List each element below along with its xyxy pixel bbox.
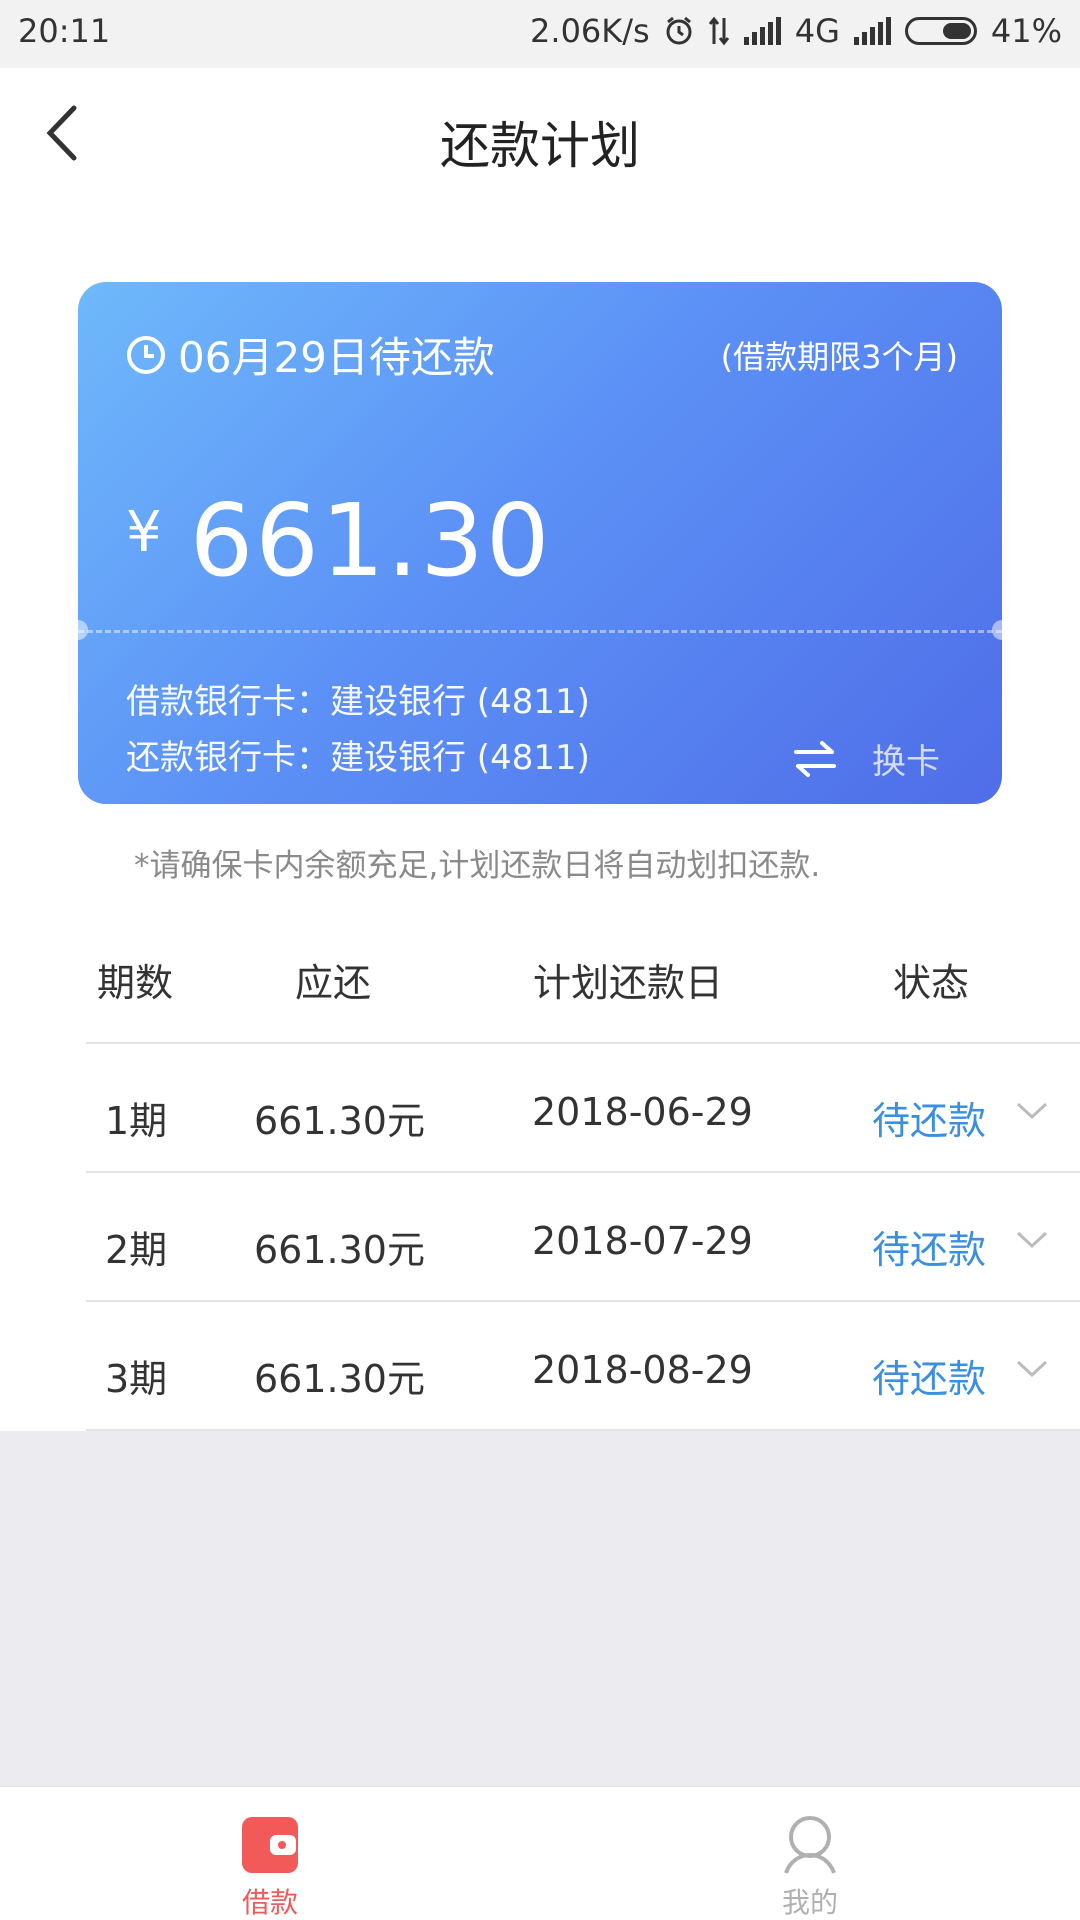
chevron-down-icon[interactable] (1014, 1227, 1050, 1251)
repay-bank-card: 还款银行卡：建设银行 (4811) (126, 738, 590, 778)
table-bottom-divider (86, 1429, 1080, 1431)
network-type: 4G (794, 12, 840, 50)
row-period: 2期 (105, 1228, 168, 1272)
status-right: 2.06K/s 4G 41% (530, 12, 1062, 50)
row-period: 1期 (105, 1099, 168, 1143)
tab-bar: 借款 我的 (0, 1786, 1080, 1920)
table-row[interactable]: 3期 661.30元 2018-08-29 待还款 (0, 1300, 1080, 1429)
alarm-icon (664, 16, 694, 46)
row-date: 2018-07-29 (532, 1219, 753, 1263)
header-date: 计划还款日 (533, 961, 724, 1005)
row-date: 2018-08-29 (532, 1348, 753, 1392)
tab-mine[interactable]: 我的 (710, 1787, 910, 1920)
status-bar: 20:11 2.06K/s 4G 41% (0, 0, 1080, 68)
header-amount: 应还 (295, 961, 372, 1005)
page-title: 还款计划 (440, 117, 640, 175)
user-icon (784, 1816, 836, 1874)
row-status: 待还款 (872, 1228, 987, 1272)
card-notch-right (992, 620, 1002, 640)
wallet-icon (242, 1817, 298, 1873)
row-amount: 661.30元 (254, 1228, 425, 1272)
due-amount: 661.30 (189, 482, 552, 599)
loan-term: (借款期限3个月) (720, 338, 958, 376)
card-divider (78, 630, 1002, 633)
tab-loan[interactable]: 借款 (170, 1787, 370, 1920)
row-status: 待还款 (872, 1099, 987, 1143)
data-transfer-icon (708, 16, 730, 46)
battery-percent: 41% (990, 12, 1062, 50)
table-header: 期数 应还 计划还款日 状态 (0, 930, 1080, 1042)
loan-bank-card: 借款银行卡：建设银行 (4811) (126, 682, 590, 722)
chevron-down-icon[interactable] (1014, 1356, 1050, 1380)
currency-symbol: ¥ (126, 500, 162, 565)
row-date: 2018-06-29 (532, 1090, 753, 1134)
signal-icon (743, 17, 781, 45)
clock-icon (127, 335, 165, 374)
row-period: 3期 (105, 1357, 168, 1401)
repayment-card: 06月29日待还款 (借款期限3个月) ¥ 661.30 借款银行卡：建设银行 … (78, 282, 1002, 804)
status-time: 20:11 (18, 12, 111, 50)
due-row: 06月29日待还款 (126, 324, 495, 385)
amount-row: ¥ 661.30 (126, 482, 552, 599)
table-row[interactable]: 2期 661.30元 2018-07-29 待还款 (0, 1171, 1080, 1300)
net-speed: 2.06K/s (530, 12, 650, 50)
tab-loan-label: 借款 (241, 1886, 298, 1919)
row-divider (86, 1300, 1080, 1302)
balance-notice: *请确保卡内余额充足,计划还款日将自动划扣还款. (134, 848, 821, 884)
signal-icon-2 (853, 17, 891, 45)
switch-card-button[interactable]: 换卡 (792, 734, 940, 783)
screen: 20:11 2.06K/s 4G 41% 还款计划 06月29日待还款 (借款期… (0, 0, 1080, 1920)
header-status: 状态 (893, 961, 970, 1005)
table-row[interactable]: 1期 661.30元 2018-06-29 待还款 (0, 1042, 1080, 1171)
header-period: 期数 (97, 961, 174, 1005)
due-text: 06月29日待还款 (178, 333, 495, 382)
switch-card-label: 换卡 (872, 742, 940, 782)
row-divider (86, 1042, 1080, 1044)
swap-icon (794, 740, 836, 777)
tab-mine-label: 我的 (781, 1886, 838, 1919)
row-status: 待还款 (872, 1357, 987, 1401)
card-notch-left (78, 620, 88, 640)
battery-icon (904, 17, 977, 45)
repayment-table: 期数 应还 计划还款日 状态 1期 661.30元 2018-06-29 待还款… (0, 930, 1080, 1431)
chevron-down-icon[interactable] (1014, 1098, 1050, 1122)
row-amount: 661.30元 (254, 1099, 425, 1143)
row-amount: 661.30元 (254, 1357, 425, 1401)
row-divider (86, 1171, 1080, 1173)
header: 还款计划 (0, 68, 1080, 198)
